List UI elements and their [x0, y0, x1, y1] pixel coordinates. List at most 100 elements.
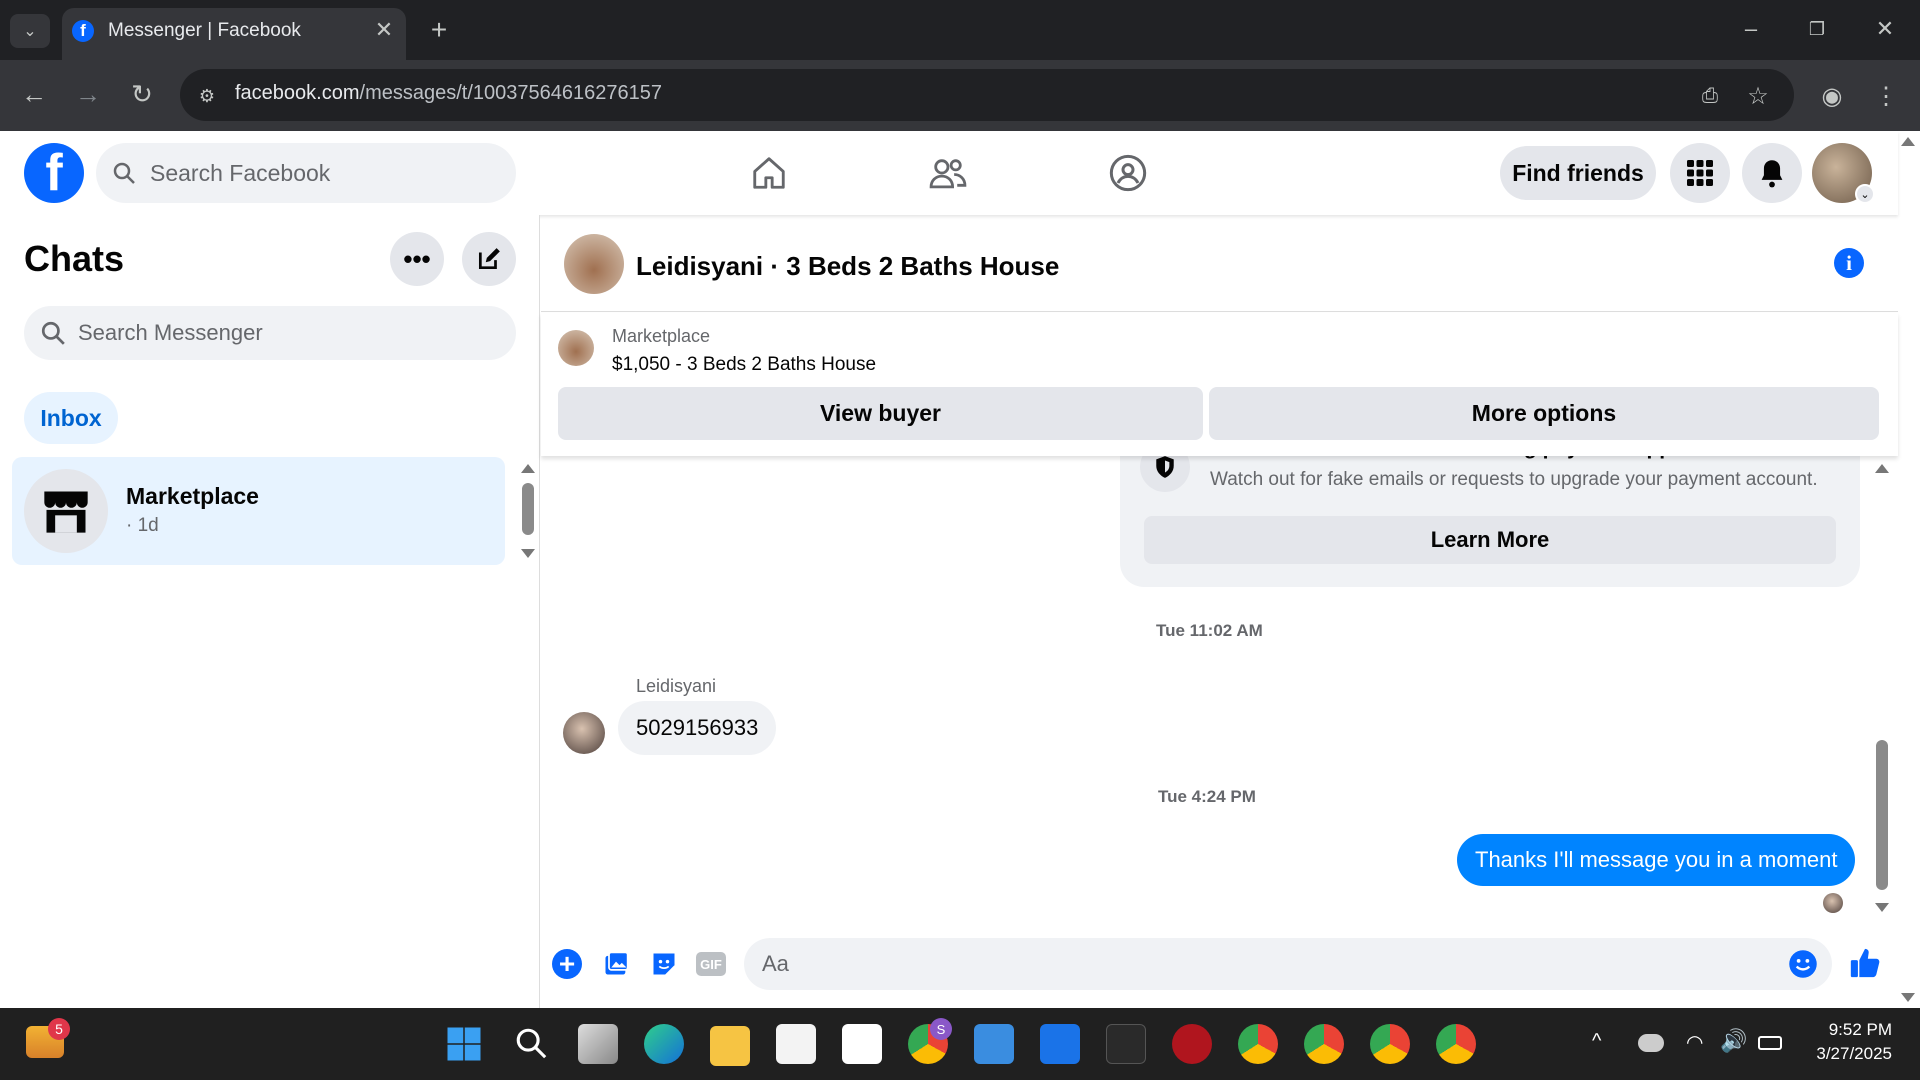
more-actions-plus-icon[interactable]: +	[552, 948, 582, 979]
message-timestamp: Tue 11:02 AM	[1156, 621, 1263, 640]
grid-menu-icon	[1687, 160, 1713, 186]
conversation-scrollbar-thumb[interactable]	[1876, 740, 1888, 890]
windows-start-icon[interactable]	[446, 1026, 482, 1062]
listing-small-thumbnail	[558, 330, 594, 366]
marketplace-avatar	[24, 469, 108, 553]
view-buyer-button[interactable]: View buyer	[558, 387, 1203, 440]
scroll-up-arrow[interactable]	[1875, 464, 1889, 473]
emoji-icon[interactable]	[1788, 949, 1818, 979]
tab-search-button[interactable]: ⌄	[10, 14, 50, 48]
message-input[interactable]	[744, 938, 1832, 990]
notepad-icon[interactable]	[974, 1024, 1014, 1064]
scam-notice-card	[1120, 442, 1860, 587]
url-text[interactable]: facebook.com/messages/t/1003756461627615…	[235, 82, 662, 105]
battery-icon[interactable]	[1758, 1036, 1782, 1050]
friends-icon[interactable]	[928, 154, 968, 192]
learn-more-button[interactable]: Learn More	[1144, 516, 1836, 564]
onedrive-icon[interactable]	[1638, 1034, 1664, 1052]
chrome-icon[interactable]	[1304, 1024, 1344, 1064]
wifi-icon[interactable]: ◠	[1686, 1030, 1703, 1055]
read-receipt-avatar	[1823, 893, 1843, 913]
downloads-app-icon[interactable]	[1106, 1024, 1146, 1064]
message-timestamp: Tue 4:24 PM	[1158, 787, 1256, 806]
chrome-menu-icon[interactable]: ⋮	[1872, 80, 1900, 112]
clock-date[interactable]: 3/27/2025	[1790, 1044, 1892, 1064]
profile-badge: S	[930, 1018, 952, 1040]
chevron-down-icon[interactable]: ⌄	[1855, 184, 1875, 204]
facebook-search-placeholder: Search Facebook	[150, 160, 331, 186]
windows-taskbar	[0, 1008, 1920, 1080]
new-message-button[interactable]	[462, 232, 516, 286]
listing-title[interactable]: $1,050 - 3 Beds 2 Baths House	[612, 354, 876, 376]
inbox-tab[interactable]: Inbox	[24, 392, 118, 444]
listing-thumbnail[interactable]	[564, 234, 624, 294]
sender-name: Leidisyani	[636, 676, 717, 696]
groups-icon[interactable]	[1108, 153, 1148, 193]
sidebar-scrollbar-thumb[interactable]	[522, 483, 534, 535]
back-icon[interactable]: ←	[18, 78, 50, 110]
sticker-icon[interactable]	[650, 950, 678, 978]
scroll-up-arrow[interactable]	[521, 464, 535, 473]
bell-icon	[1761, 160, 1783, 188]
thumbs-up-icon[interactable]	[1848, 946, 1882, 980]
more-dots-icon: •••	[403, 243, 431, 274]
chrome-icon[interactable]	[1370, 1024, 1410, 1064]
notifications-button[interactable]	[1742, 143, 1802, 203]
outlook-icon[interactable]	[1040, 1024, 1080, 1064]
profile-icon[interactable]: ◉	[1816, 80, 1848, 112]
conversation-title[interactable]: Leidisyani · 3 Beds 2 Baths House	[636, 251, 1059, 282]
chats-options-button[interactable]: •••	[390, 232, 444, 286]
security-app-icon[interactable]	[1172, 1024, 1212, 1064]
snipping-tool-icon[interactable]	[842, 1024, 882, 1064]
url-domain: facebook.com	[235, 82, 360, 104]
incoming-message-bubble[interactable]: 5029156933	[618, 701, 777, 755]
home-icon[interactable]	[750, 154, 788, 192]
close-tab-icon[interactable]: ✕	[372, 16, 396, 44]
show-hidden-icons-chevron-icon[interactable]: ^	[1592, 1030, 1601, 1053]
chat-name: Marketplace	[126, 483, 259, 509]
page-scroll-up-arrow[interactable]	[1901, 137, 1915, 146]
edge-browser-icon[interactable]	[644, 1024, 684, 1064]
close-window-icon[interactable]: ✕	[1870, 14, 1900, 44]
clock-time[interactable]: 9:52 PM	[1790, 1020, 1892, 1040]
chat-time: · 1d	[126, 515, 159, 536]
install-app-icon[interactable]: ⎙	[1694, 80, 1726, 112]
storefront-icon	[44, 491, 88, 533]
forward-icon[interactable]: →	[72, 78, 104, 110]
tab-title: Messenger | Facebook	[108, 20, 301, 41]
outgoing-message-bubble[interactable]: Thanks I'll message you in a moment	[1457, 834, 1856, 886]
gif-icon[interactable]: GIF	[696, 952, 726, 976]
volume-icon[interactable]: 🔊	[1720, 1028, 1747, 1054]
find-friends-button[interactable]: Find friends	[1500, 146, 1656, 200]
chats-title: Chats	[24, 238, 125, 279]
scroll-down-arrow[interactable]	[1875, 903, 1889, 912]
chrome-icon[interactable]	[1238, 1024, 1278, 1064]
facebook-favicon-icon: f	[72, 20, 94, 42]
facebook-logo-icon[interactable]: f	[24, 143, 84, 203]
taskbar-search-icon[interactable]	[514, 1026, 548, 1060]
url-path: /messages/t/10037564616276157	[359, 82, 662, 104]
compose-icon	[478, 248, 500, 270]
chrome-icon[interactable]	[1436, 1024, 1476, 1064]
menu-button[interactable]	[1670, 143, 1730, 203]
marketplace-label: Marketplace	[612, 326, 711, 346]
widgets-badge: 5	[48, 1018, 70, 1040]
site-info-icon[interactable]: ⚙	[193, 82, 221, 110]
minimize-icon[interactable]: –	[1736, 14, 1766, 44]
reload-icon[interactable]: ↻	[126, 78, 158, 110]
conversation-info-icon[interactable]: i	[1834, 248, 1864, 278]
search-icon	[41, 321, 65, 345]
more-options-button[interactable]: More options	[1209, 387, 1879, 440]
search-icon	[113, 162, 135, 184]
new-tab-icon[interactable]: +	[424, 14, 454, 46]
bookmark-star-icon[interactable]: ☆	[1742, 80, 1774, 112]
messenger-search-placeholder: Search Messenger	[78, 320, 263, 345]
scroll-down-arrow[interactable]	[521, 549, 535, 558]
restore-icon[interactable]: ❐	[1802, 14, 1832, 44]
page-scroll-down-arrow[interactable]	[1901, 993, 1915, 1002]
task-view-icon[interactable]	[578, 1024, 618, 1064]
file-explorer-icon[interactable]	[710, 1026, 750, 1066]
microsoft-store-icon[interactable]	[776, 1024, 816, 1064]
photo-attach-icon[interactable]	[602, 950, 630, 978]
sender-avatar[interactable]	[563, 712, 605, 754]
